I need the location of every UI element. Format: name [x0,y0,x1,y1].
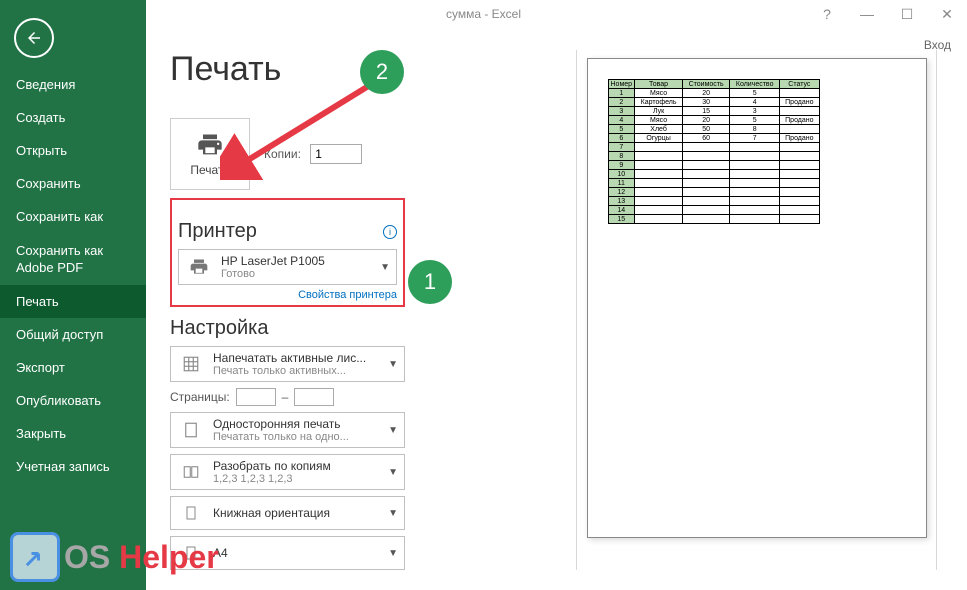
printer-section-highlight: Принтер i HP LaserJet P1005 Готово ▼ Сво… [170,198,405,307]
printer-name: HP LaserJet P1005 [221,254,372,268]
pages-from-input[interactable] [236,388,276,406]
sidebar-item-0[interactable]: Сведения [0,68,146,101]
back-arrow-icon [25,29,43,47]
printer-heading: Принтер [178,220,257,243]
chevron-down-icon: ▼ [380,262,390,273]
sidebar-item-5[interactable]: Сохранить как Adobe PDF [0,234,146,285]
sidebar-item-3[interactable]: Сохранить [0,167,146,200]
collate-icon [177,460,205,484]
sidebar-item-4[interactable]: Сохранить как [0,200,146,234]
print-panel: Печать Копии: Принтер i HP LaserJet P100… [170,118,405,576]
sidebar-item-8[interactable]: Экспорт [0,351,146,384]
cursor-icon [10,532,60,582]
printer-status: Готово [221,268,372,280]
callout-step-1: 1 [408,260,452,304]
page-icon [177,418,205,442]
preview-page: НомерТоварСтоимостьКоличествоСтатус 1Мяс… [587,58,927,538]
sheets-icon [177,352,205,376]
callout-step-2: 2 [360,50,404,94]
sidebar-item-1[interactable]: Создать [0,101,146,134]
backstage-sidebar: СведенияСоздатьОткрытьСохранитьСохранить… [0,0,146,590]
collate-dropdown[interactable]: Разобрать по копиям1,2,3 1,2,3 1,2,3 ▼ [170,454,405,490]
pages-range: Страницы: – [170,388,405,406]
info-icon[interactable]: i [383,225,397,239]
back-button[interactable] [14,18,54,58]
chevron-down-icon: ▼ [388,425,398,436]
sidebar-item-9[interactable]: Опубликовать [0,384,146,417]
watermark: OS Helper [10,532,219,582]
orientation-dropdown[interactable]: Книжная ориентация ▼ [170,496,405,530]
print-preview: НомерТоварСтоимостьКоличествоСтатус 1Мяс… [576,50,937,570]
chevron-down-icon: ▼ [388,508,398,519]
preview-table: НомерТоварСтоимостьКоличествоСтатус 1Мяс… [608,79,820,224]
sides-dropdown[interactable]: Односторонняя печатьПечатать только на о… [170,412,405,448]
chevron-down-icon: ▼ [388,359,398,370]
sidebar-item-7[interactable]: Общий доступ [0,318,146,351]
pages-to-input[interactable] [294,388,334,406]
printer-dropdown[interactable]: HP LaserJet P1005 Готово ▼ [178,249,397,285]
sidebar-item-10[interactable]: Закрыть [0,417,146,450]
chevron-down-icon: ▼ [388,467,398,478]
sidebar-item-2[interactable]: Открыть [0,134,146,167]
sidebar-item-6[interactable]: Печать [0,285,146,318]
print-what-dropdown[interactable]: Напечатать активные лис...Печать только … [170,346,405,382]
settings-heading: Настройка [170,317,268,340]
printer-device-icon [185,255,213,279]
chevron-down-icon: ▼ [388,548,398,559]
printer-properties-link[interactable]: Свойства принтера [178,289,397,301]
sidebar-item-11[interactable]: Учетная запись [0,450,146,484]
portrait-icon [177,501,205,525]
